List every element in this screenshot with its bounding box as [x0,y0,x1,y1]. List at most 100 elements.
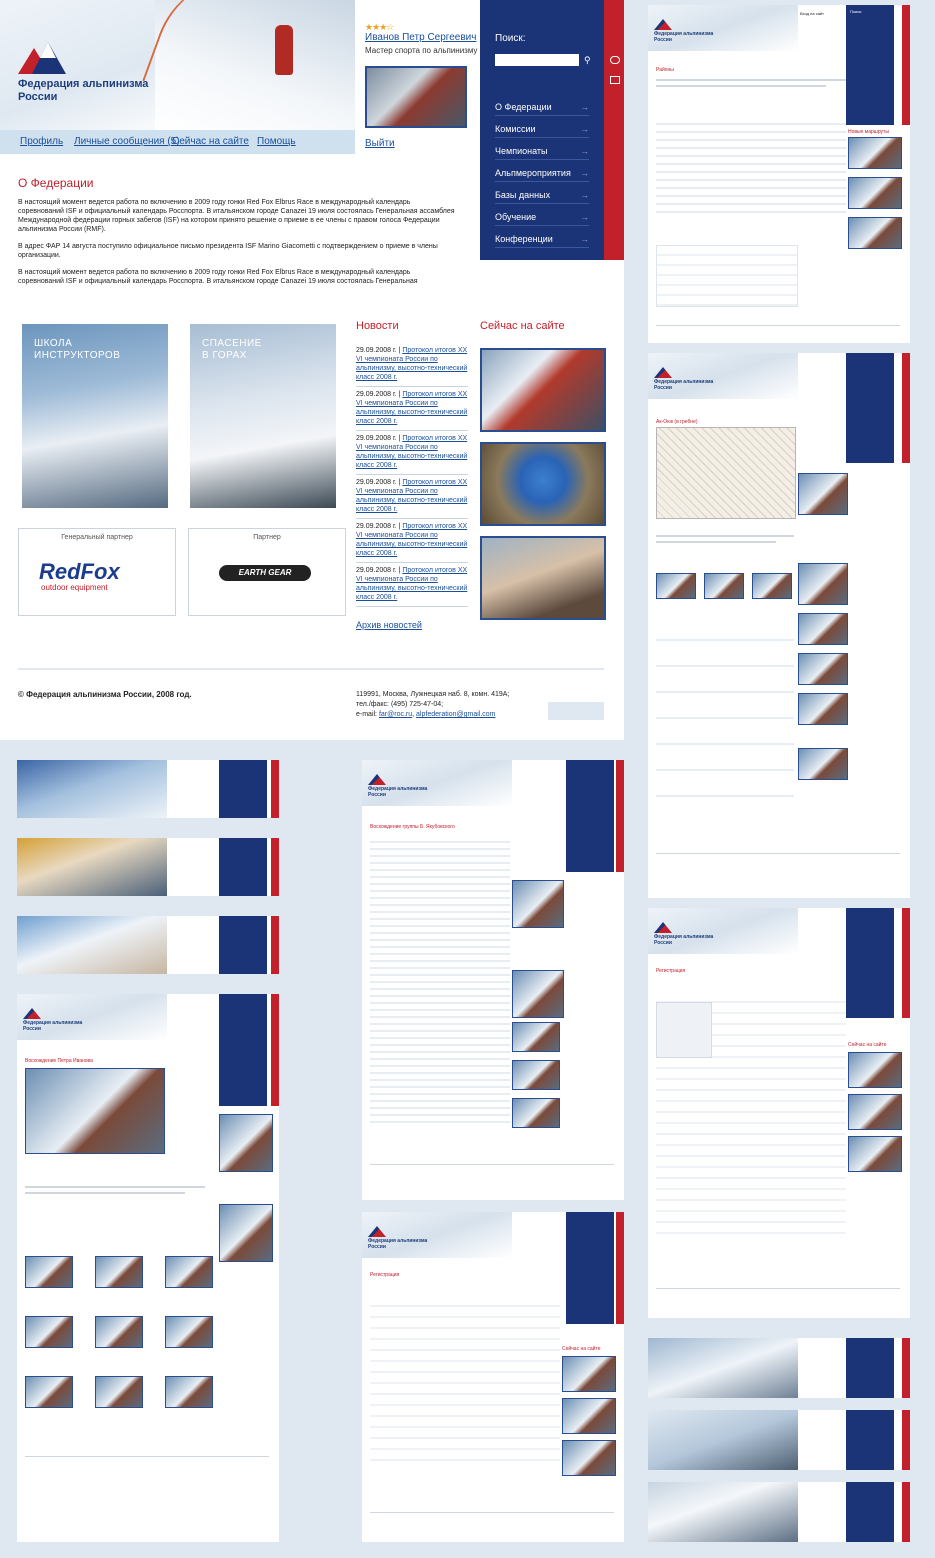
gallery-thumbnail[interactable] [165,1316,213,1348]
climb-main-photo[interactable] [25,1068,165,1154]
online-user-thumbnail[interactable] [562,1440,616,1476]
text-line [25,1186,205,1188]
photo-thumbnail[interactable] [798,613,848,645]
route-page-thumbnail: Федерация альпинизма России Ак-Оюк (в гр… [648,353,910,898]
nav-item-championships[interactable]: Чемпионаты → [495,146,589,160]
subnav-profile[interactable]: Профиль [20,136,63,147]
arrow-right-icon: → [580,124,589,134]
promo-rescue-thumbnail[interactable] [512,880,564,928]
online-user-thumbnail[interactable] [848,1136,902,1172]
nav-item-label: Чемпионаты [495,146,548,156]
login-label: Вход на сайт [800,11,824,16]
online-user-photo[interactable] [480,442,606,526]
photo-thumbnail[interactable] [512,1022,560,1052]
page-title: Районы [656,67,674,73]
promo-rescue-thumbnail[interactable] [798,473,848,515]
gallery-thumbnail[interactable] [165,1376,213,1408]
logout-link[interactable]: Выйти [365,138,395,149]
thumb-nav-accent [271,916,279,974]
promo-school-thumbnail[interactable] [798,563,848,605]
registration-form[interactable] [370,1296,560,1466]
online-user-thumbnail[interactable] [848,1094,902,1130]
copyright: © Федерация альпинизма России, 2008 год. [18,690,192,699]
footer-divider [25,1456,269,1457]
subnav-help[interactable]: Помощь [257,136,296,147]
photo-thumbnail[interactable] [512,1060,560,1090]
user-photo[interactable] [365,66,467,128]
route-thumbnail[interactable] [848,177,902,209]
thumb-nav-accent [902,353,910,463]
logo-line: России [654,385,672,391]
online-heading: Сейчас на сайте [480,320,565,332]
news-item: 29.09.2008 г. | Протокол итогов XX VI че… [356,566,468,607]
online-user-thumbnail[interactable] [848,1052,902,1088]
photo-thumbnail[interactable] [656,573,696,599]
footer-divider [370,1164,614,1165]
gallery-thumbnail[interactable] [25,1376,73,1408]
ascent-page-thumbnail: Федерация альпинизма России Восхождение … [362,760,624,1200]
gallery-thumbnail[interactable] [25,1316,73,1348]
gallery-thumbnail[interactable] [95,1256,143,1288]
gallery-thumbnail[interactable] [95,1376,143,1408]
photo-placeholder[interactable] [656,1002,712,1058]
route-map[interactable] [656,427,796,519]
news-item: 29.09.2008 г. | Протокол итогов XX VI че… [356,478,468,519]
region-edit-form[interactable] [656,245,798,307]
arrow-right-icon: → [580,168,589,178]
header-photo [17,916,167,974]
federation-logo-icon[interactable] [18,42,66,74]
mail-icon[interactable] [610,76,620,84]
photo-thumbnail[interactable] [512,1098,560,1128]
promo-school-thumbnail[interactable] [512,970,564,1018]
nav-accent-bar [604,0,624,260]
gallery-thumbnail[interactable] [25,1256,73,1288]
online-user-thumbnail[interactable] [562,1356,616,1392]
search-label: Поиск: [495,33,526,44]
thumb-nav-accent [271,760,279,818]
federation-logo-text[interactable]: Федерация альпинизма России [18,78,158,104]
online-user-thumbnail[interactable] [562,1398,616,1434]
user-name-link[interactable]: Иванов Петр Сергеевич [365,32,476,43]
promo-school-thumbnail[interactable] [219,1204,273,1262]
logo-line: России [368,792,386,798]
promo-mountain-rescue[interactable]: СПАСЕНИЕ В ГОРАХ [190,324,336,508]
online-user-photo[interactable] [480,536,606,620]
photo-thumbnail[interactable] [704,573,744,599]
page-title: О Федерации [18,176,94,190]
photo-thumbnail[interactable] [798,748,848,780]
counter-badge[interactable] [548,702,604,720]
search-input[interactable] [495,54,579,66]
home-icon[interactable] [610,56,620,64]
partner-box[interactable]: Партнер EARTH GEAR [188,528,346,616]
route-thumbnail[interactable] [848,137,902,169]
thumb-nav-accent [271,838,279,896]
search-icon[interactable]: ⚲ [584,55,591,66]
regions-table[interactable] [656,117,846,217]
promo-rescue-thumbnail[interactable] [219,1114,273,1172]
photo-thumbnail[interactable] [752,573,792,599]
gallery-thumbnail[interactable] [165,1256,213,1288]
thumb-logo-text: Федерация альпинизма России [654,379,714,391]
general-partner-box[interactable]: Генеральный партнер RedFox outdoor equip… [18,528,176,616]
photo-thumbnail[interactable] [798,653,848,685]
email-link[interactable]: alpfederation@gmail.com [416,711,495,718]
photo-thumbnail[interactable] [798,693,848,725]
nav-item-about[interactable]: О Федерации → [495,102,589,116]
nav-item-events[interactable]: Альпмероприятия → [495,168,589,182]
thumb-logo-text: Федерация альпинизма России [368,786,428,798]
subnav-messages[interactable]: Личные сообщения (5) [74,136,180,147]
thumb-nav-accent [902,908,910,1018]
nav-item-commissions[interactable]: Комиссии → [495,124,589,138]
email-link[interactable]: far@roc.ru [379,711,412,718]
route-thumbnail[interactable] [848,217,902,249]
regions-page-thumbnail: Федерация альпинизма России Вход на сайт… [648,5,910,343]
nav-item-conferences[interactable]: Конференции → [495,234,589,248]
news-archive-link[interactable]: Архив новостей [356,620,422,630]
online-user-photo[interactable] [480,348,606,432]
subnav-online[interactable]: Сейчас на сайте [172,136,249,147]
nav-item-education[interactable]: Обучение → [495,212,589,226]
promo-instructors-school[interactable]: ШКОЛА ИНСТРУКТОРОВ [22,324,168,508]
gallery-thumbnail[interactable] [95,1316,143,1348]
header-photo [648,1482,798,1542]
nav-item-databases[interactable]: Базы данных → [495,190,589,204]
